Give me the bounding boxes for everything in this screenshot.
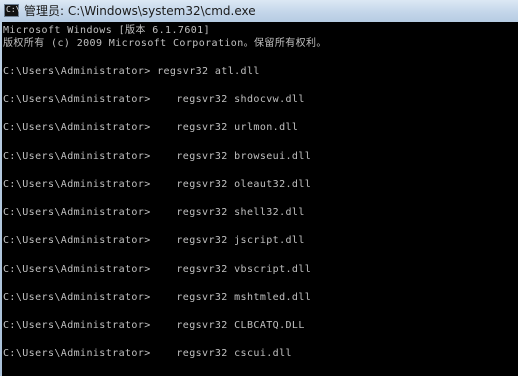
title-bar[interactable]: C:\ 管理员: C:\Windows\system32\cmd.exe	[0, 0, 518, 22]
console-command-line: C:\Users\Administrator> regsvr32 jscript…	[3, 235, 305, 246]
console-command-line: C:\Users\Administrator> regsvr32 mshtmle…	[3, 292, 312, 303]
console-output[interactable]: Microsoft Windows [版本 6.1.7601] 版权所有 (c)…	[2, 22, 518, 376]
console-command-line: C:\Users\Administrator> regsvr32 shell32…	[3, 207, 305, 218]
console-command-line: C:\Users\Administrator> regsvr32 atl.dll	[3, 66, 260, 77]
console-command-line: C:\Users\Administrator> regsvr32 urlmon.…	[3, 122, 299, 133]
console-command-line: C:\Users\Administrator> regsvr32 CLBCATQ…	[3, 320, 305, 331]
cmd-window: C:\ 管理员: C:\Windows\system32\cmd.exe Mic…	[0, 0, 518, 376]
window-title: 管理员: C:\Windows\system32\cmd.exe	[24, 4, 256, 18]
console-command-line: C:\Users\Administrator> regsvr32 oleaut3…	[3, 179, 312, 190]
console-header-line: 版权所有 (c) 2009 Microsoft Corporation。保留所有…	[3, 38, 327, 49]
console-command-line: C:\Users\Administrator> regsvr32 vbscrip…	[3, 264, 312, 275]
console-command-line: C:\Users\Administrator> regsvr32 cscui.d…	[3, 348, 292, 359]
console-command-line: C:\Users\Administrator> regsvr32 shdocvw…	[3, 94, 305, 105]
cmd-icon[interactable]: C:\	[4, 4, 20, 17]
console-command-line: C:\Users\Administrator> regsvr32 browseu…	[3, 151, 312, 162]
console-header-line: Microsoft Windows [版本 6.1.7601]	[3, 25, 210, 36]
